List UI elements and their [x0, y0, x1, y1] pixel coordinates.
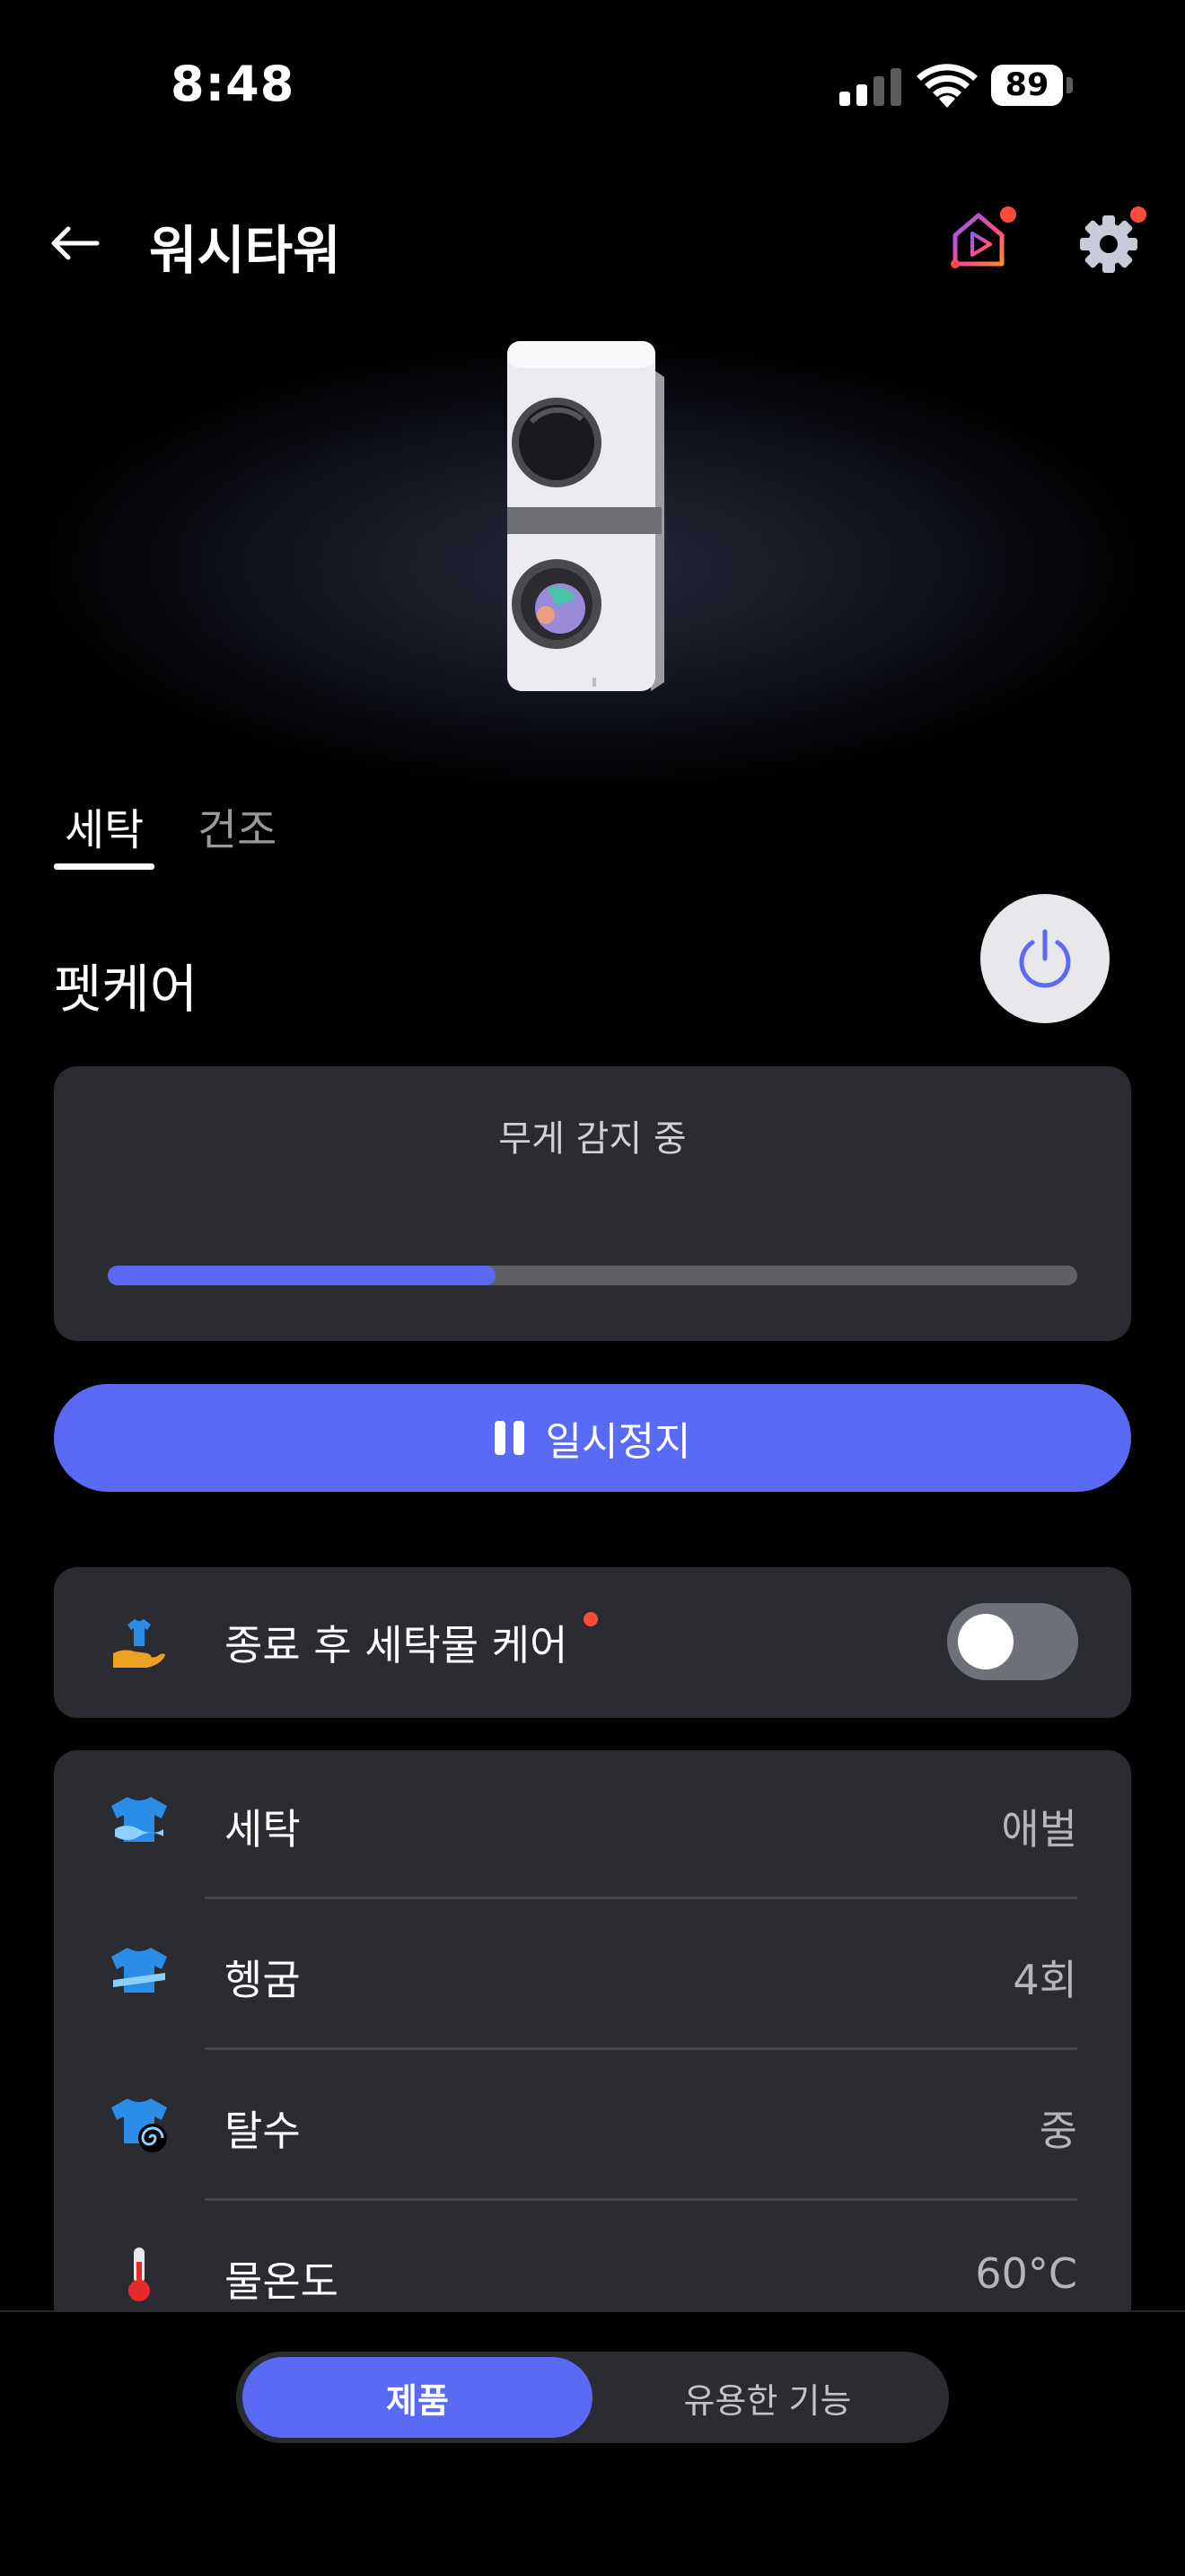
pause-button-label: 일시정지	[545, 1420, 691, 1464]
washtower-image	[507, 341, 664, 691]
divider	[205, 2047, 1077, 2050]
smart-home-video-button[interactable]	[948, 206, 1016, 273]
option-value-wash[interactable]: 애벌	[1001, 1797, 1077, 1856]
page-title: 워시타워	[149, 220, 341, 281]
option-value-spin[interactable]: 중	[1040, 2098, 1077, 2158]
course-name: 펫케어	[54, 959, 198, 1020]
rinse-shirt-icon	[111, 1948, 167, 1993]
pause-icon	[494, 1421, 524, 1455]
tab-dry[interactable]: 건조	[198, 794, 276, 857]
option-label-wash: 세탁	[224, 1805, 301, 1853]
notification-dot	[1130, 206, 1146, 223]
progress-bar	[108, 1266, 1077, 1285]
option-label-rinse: 헹굼	[224, 1956, 301, 2004]
status-time: 8:48	[171, 56, 295, 112]
divider	[205, 1897, 1077, 1899]
active-tab-indicator	[54, 863, 154, 870]
care-toggle[interactable]	[947, 1603, 1078, 1680]
care-label: 종료 후 세탁물 케어	[224, 1621, 568, 1669]
battery-icon: 89	[991, 65, 1074, 106]
spin-shirt-icon	[111, 2098, 167, 2152]
option-label-spin: 탈수	[224, 2107, 301, 2155]
bottom-nav	[0, 2310, 1185, 2576]
status-text: 무게 감지 중	[498, 1118, 687, 1160]
toggle-knob	[958, 1614, 1014, 1669]
wash-shirt-icon	[111, 1797, 167, 1842]
back-arrow-icon[interactable]	[45, 214, 104, 273]
settings-button[interactable]	[1075, 206, 1146, 278]
tab-useful-features[interactable]: 유용한 기능	[592, 2357, 943, 2438]
options-card	[54, 1750, 1131, 2379]
progress-fill	[108, 1266, 496, 1285]
tab-wash[interactable]: 세탁	[65, 794, 144, 857]
divider	[205, 2198, 1077, 2201]
notification-dot	[1000, 206, 1016, 223]
power-button[interactable]	[980, 894, 1110, 1023]
wifi-icon	[917, 64, 978, 108]
laundry-care-icon	[113, 1619, 165, 1668]
battery-level: 89	[991, 65, 1063, 106]
new-badge-dot	[584, 1612, 598, 1626]
power-icon	[1019, 929, 1071, 988]
option-value-water-temp[interactable]: 60°C	[975, 2249, 1077, 2298]
cellular-signal-icon	[839, 65, 901, 106]
tab-product[interactable]: 제품	[242, 2357, 592, 2438]
thermometer-icon	[128, 2247, 150, 2301]
option-label-water-temp: 물온도	[224, 2257, 338, 2306]
status-card	[54, 1066, 1131, 1341]
pause-button[interactable]: 일시정지	[54, 1384, 1131, 1492]
option-value-rinse[interactable]: 4회	[1013, 1948, 1077, 2007]
